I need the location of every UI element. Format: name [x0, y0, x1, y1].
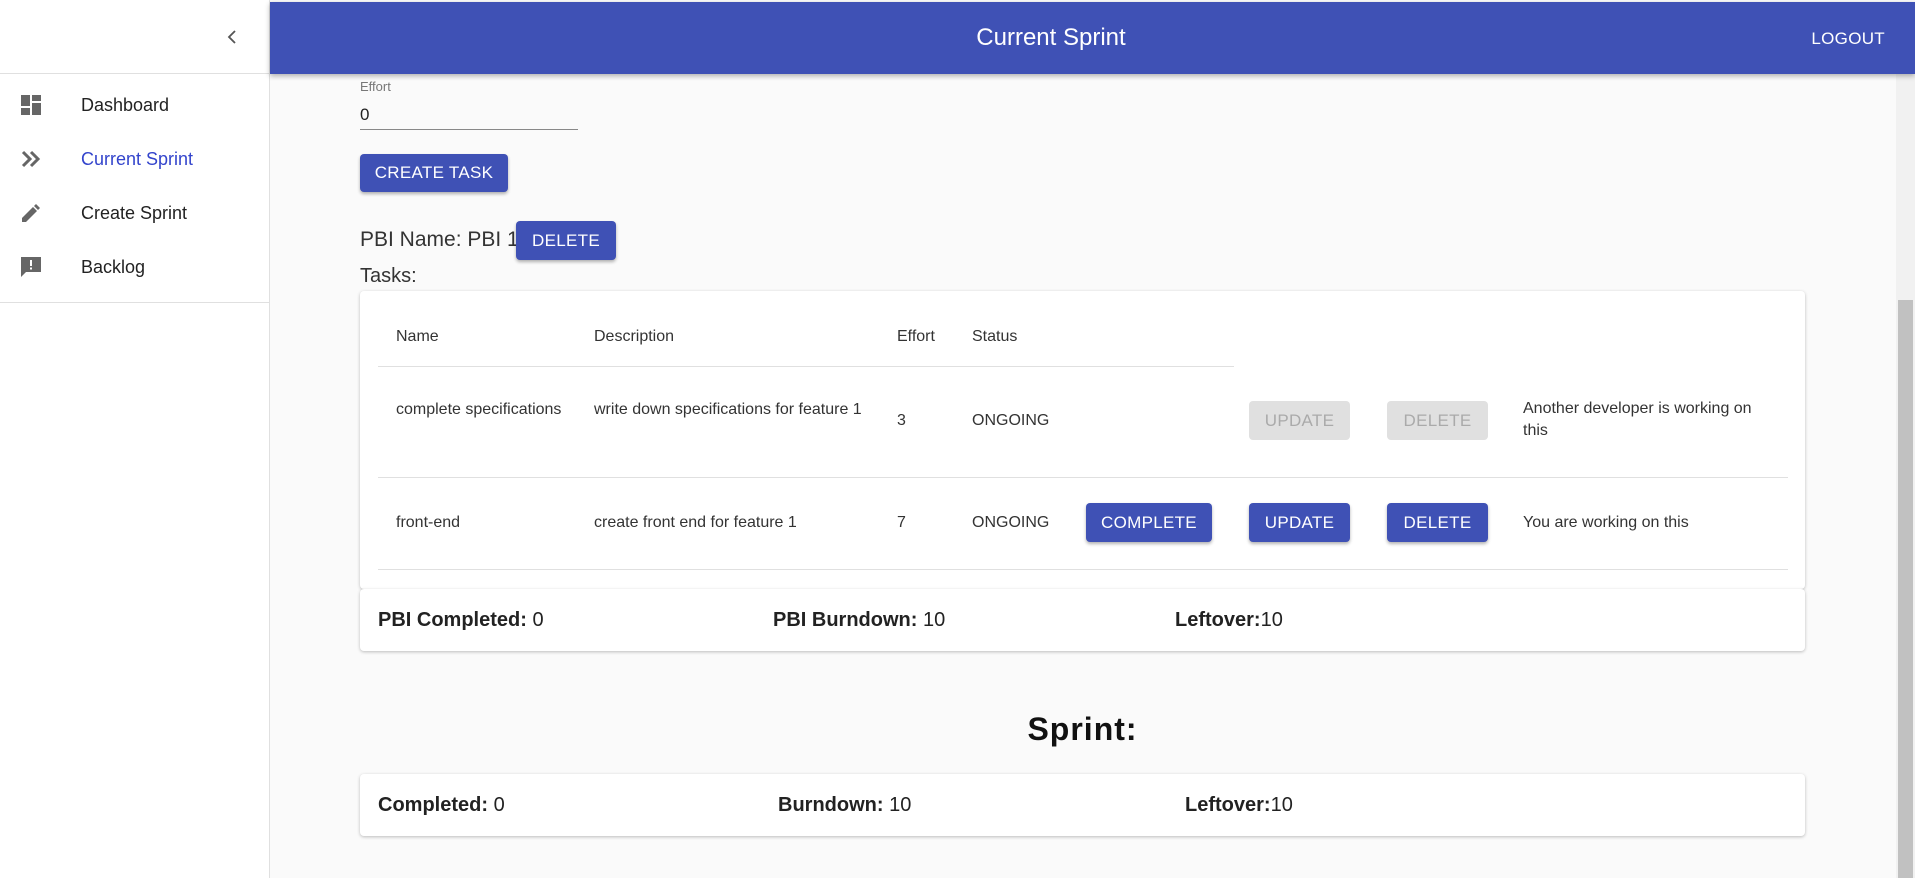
row-divider	[378, 569, 1788, 570]
dashboard-icon	[21, 95, 41, 115]
pbi-name: PBI Name: PBI 1	[360, 228, 519, 251]
sidebar-item-dashboard[interactable]: Dashboard	[0, 78, 269, 132]
double-chevron-icon	[21, 150, 41, 168]
sprint-heading: Sprint:	[1027, 711, 1138, 747]
sidebar-item-backlog[interactable]: Backlog	[0, 240, 269, 294]
column-header-description: Description	[594, 328, 675, 345]
page-title: Current Sprint	[976, 24, 1126, 51]
sprint-burndown: Burndown: 10	[778, 794, 912, 816]
row-divider	[378, 477, 1788, 478]
sidebar-item-label: Current Sprint	[81, 148, 194, 169]
create-task-button[interactable]: CREATE TASK	[360, 154, 508, 192]
task-effort: 3	[897, 412, 906, 429]
complete-task-button[interactable]: COMPLETE	[1086, 503, 1212, 542]
sidebar-header	[0, 0, 269, 74]
task-note: Another developer is working on this	[1523, 400, 1752, 439]
update-task-button[interactable]: UPDATE	[1249, 503, 1350, 542]
delete-task-button[interactable]: DELETE	[1387, 503, 1488, 542]
task-effort: 7	[897, 514, 906, 531]
collapse-sidebar-button[interactable]	[222, 26, 244, 48]
scrollbar[interactable]	[1896, 74, 1915, 878]
sidebar-nav: Dashboard Current Sprint Create Sprint B…	[0, 74, 269, 303]
column-header-effort: Effort	[897, 328, 935, 345]
pbi-leftover: Leftover:10	[1175, 609, 1283, 631]
sprint-completed: Completed: 0	[378, 794, 505, 816]
chevron-left-icon	[227, 30, 236, 44]
task-note: You are working on this	[1523, 514, 1689, 531]
sidebar-item-label: Dashboard	[81, 94, 170, 115]
sidebar-item-label: Create Sprint	[81, 202, 188, 223]
task-table: Name Description Effort Status complete …	[360, 291, 1805, 589]
task-status: ONGOING	[972, 514, 1050, 531]
header-divider	[378, 366, 1234, 367]
sidebar-item-create-sprint[interactable]: Create Sprint	[0, 186, 269, 240]
scrollbar-thumb[interactable]	[1898, 300, 1913, 878]
task-status: ONGOING	[972, 412, 1050, 429]
pbi-burndown: PBI Burndown: 10	[773, 609, 946, 631]
sidebar: Dashboard Current Sprint Create Sprint B…	[0, 0, 270, 878]
delete-pbi-button[interactable]: DELETE	[516, 221, 616, 260]
sidebar-item-current-sprint[interactable]: Current Sprint	[0, 132, 269, 186]
column-header-name: Name	[396, 328, 439, 345]
pbi-completed: PBI Completed: 0	[378, 609, 544, 631]
task-description: create front end for feature 1	[594, 514, 797, 531]
task-name: complete specifications	[396, 401, 562, 418]
update-task-button: UPDATE	[1249, 401, 1350, 440]
effort-input[interactable]	[360, 100, 578, 130]
pbi-stats: PBI Completed: 0 PBI Burndown: 10 Leftov…	[360, 589, 1805, 651]
column-header-status: Status	[972, 328, 1018, 345]
task-description: write down specifications for feature 1	[594, 401, 862, 418]
feedback-icon	[21, 257, 41, 277]
delete-task-button: DELETE	[1387, 401, 1488, 440]
app-bar: Current Sprint LOGOUT	[270, 2, 1915, 74]
pencil-icon	[22, 204, 40, 222]
sprint-stats: Completed: 0 Burndown: 10 Leftover:10	[360, 774, 1805, 836]
sprint-leftover: Leftover:10	[1185, 794, 1293, 816]
effort-label: Effort	[360, 79, 391, 94]
sidebar-item-label: Backlog	[81, 256, 146, 277]
tasks-label: Tasks:	[360, 265, 417, 287]
logout-button[interactable]: LOGOUT	[1811, 29, 1885, 49]
task-name: front-end	[396, 514, 461, 531]
